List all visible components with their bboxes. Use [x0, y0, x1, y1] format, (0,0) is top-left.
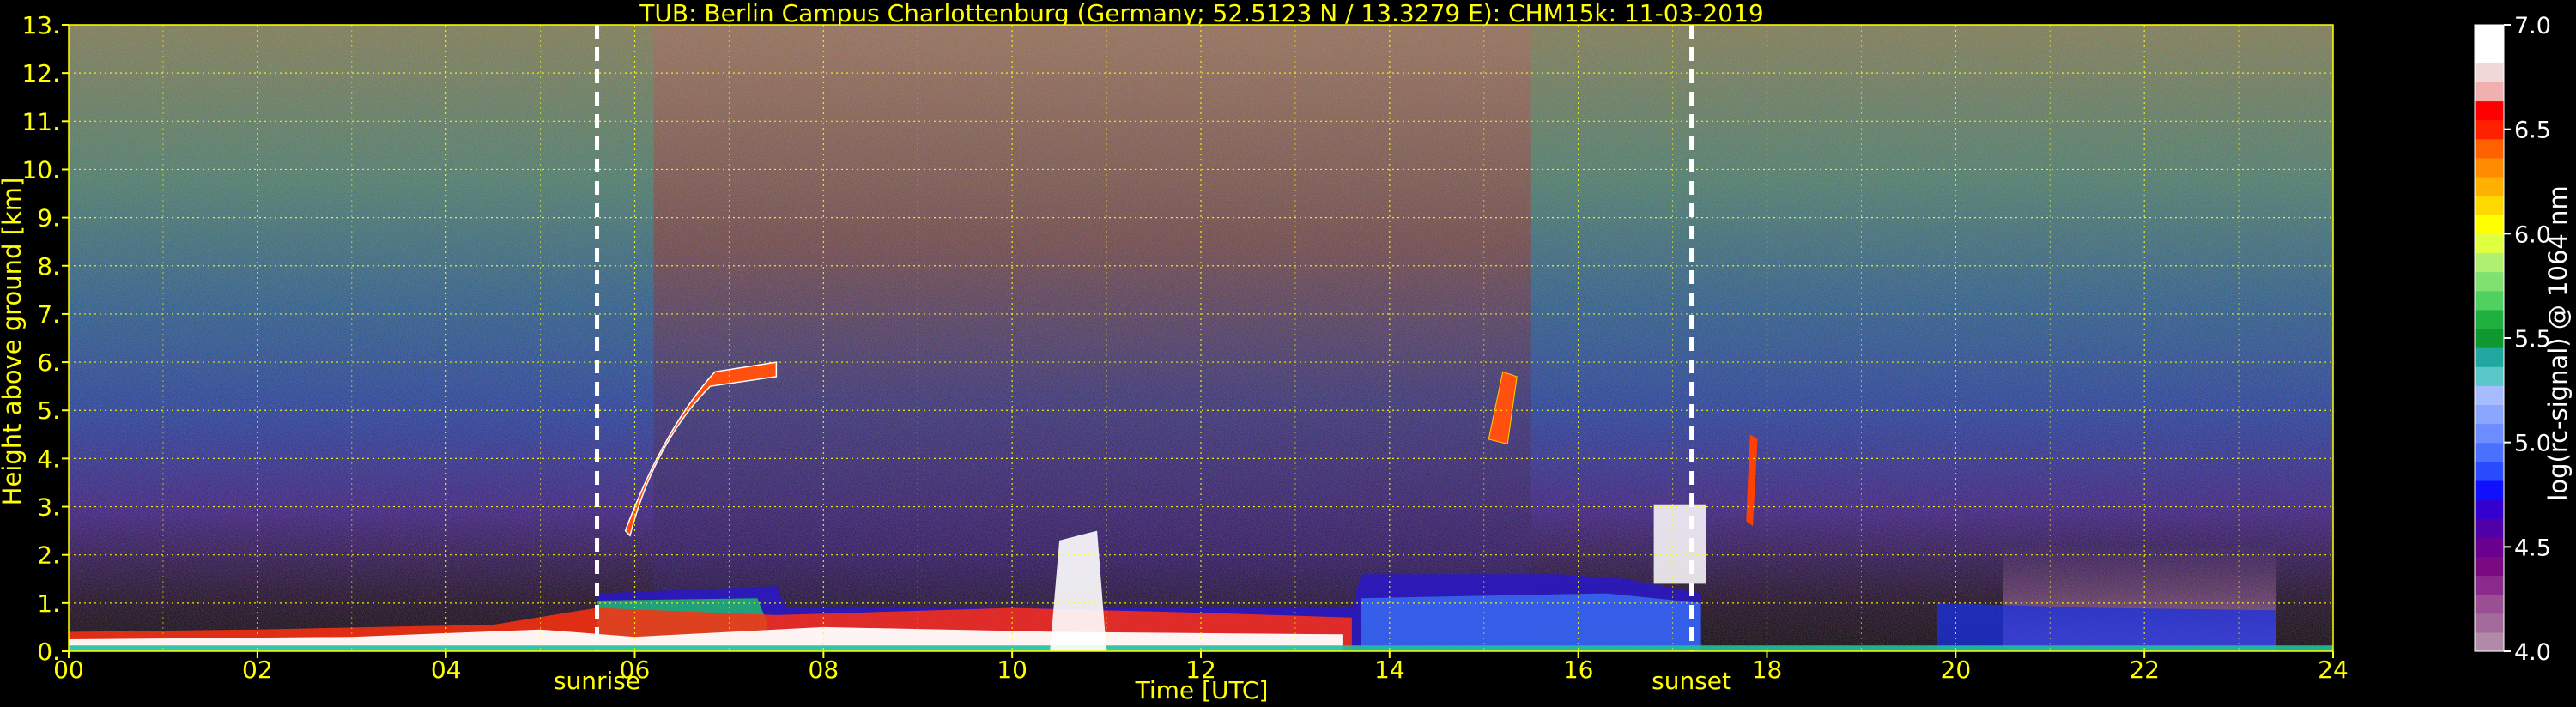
colorbar-segment [2475, 25, 2504, 45]
colorbar-segment [2475, 271, 2504, 292]
colorbar-tick-label: 6.5 [2514, 118, 2551, 144]
colorbar-segment [2475, 215, 2504, 234]
colorbar-tick-label: 7.0 [2514, 13, 2551, 39]
y-tick-label: 2. [37, 541, 60, 570]
y-tick-label: 7. [37, 300, 60, 329]
x-tick-label: 24 [2318, 656, 2349, 684]
colorbar-segment [2475, 404, 2504, 425]
colorbar-segment [2475, 423, 2504, 444]
colorbar-segment [2475, 138, 2504, 159]
y-tick-label: 1. [37, 589, 60, 618]
x-tick-label: 16 [1563, 656, 1594, 684]
colorbar-segment [2475, 537, 2504, 557]
colorbar-segment [2475, 594, 2504, 614]
colorbar-segment [2475, 480, 2504, 500]
colorbar-segment [2475, 252, 2504, 273]
chart-title: TUB: Berlin Campus Charlottenburg (Germa… [639, 0, 1763, 27]
colorbar-segment [2475, 385, 2504, 406]
colorbar-segment [2475, 196, 2504, 215]
colorbar-segment [2475, 233, 2504, 254]
colorbar-segment [2475, 176, 2504, 196]
colorbar-segment [2475, 366, 2504, 386]
colorbar-segment [2475, 518, 2504, 538]
sunset-label: sunset [1652, 667, 1731, 695]
colorbar-tick-label: 4.0 [2514, 639, 2551, 666]
colorbar-segment [2475, 328, 2504, 348]
colorbar-segment [2475, 347, 2504, 367]
x-tick-label: 22 [2129, 656, 2160, 684]
y-tick-label: 13. [21, 11, 60, 39]
colorbar-segment [2475, 613, 2504, 633]
y-tick-label: 5. [37, 396, 60, 425]
y-tick-label: 8. [37, 252, 60, 281]
colorbar-tick-label: 4.5 [2514, 535, 2551, 561]
colorbar-segment [2475, 631, 2504, 652]
aerosol-layer-3 [1937, 602, 2276, 651]
x-tick-label: 20 [1941, 656, 1972, 684]
colorbar-segment [2475, 82, 2504, 102]
y-axis-label: Height above ground [km] [0, 178, 27, 506]
colorbar-segment [2475, 309, 2504, 329]
x-tick-label: 10 [997, 656, 1027, 684]
colorbar-segment [2475, 63, 2504, 82]
y-tick-label: 6. [37, 348, 60, 377]
x-tick-label: 08 [809, 656, 839, 684]
y-tick-label: 0. [37, 638, 60, 666]
colorbar-label: log(rc-signal) @ 1064 nm [2543, 185, 2573, 500]
colorbar-segment [2475, 100, 2504, 121]
colorbar: 4.04.55.05.56.06.57.0 [2474, 13, 2551, 666]
y-tick-label: 10. [21, 155, 60, 184]
aerosol-layer-1 [1361, 593, 1701, 651]
x-axis-label: Time [UTC] [1135, 676, 1269, 704]
y-tick-label: 4. [37, 444, 60, 473]
colorbar-segment [2475, 461, 2504, 481]
y-tick-label: 9. [37, 204, 60, 233]
colorbar-segment [2475, 290, 2504, 311]
colorbar-segment [2475, 556, 2504, 577]
colorbar-segment [2475, 157, 2504, 178]
y-tick-label: 11. [21, 107, 60, 136]
colorbar-segment [2475, 499, 2504, 519]
x-tick-label: 06 [620, 656, 651, 684]
x-tick-label: 04 [431, 656, 462, 684]
ceilometer-chart: TUB: Berlin Campus Charlottenburg (Germa… [0, 0, 2573, 704]
y-tick-label: 12. [21, 59, 60, 88]
x-tick-label: 18 [1752, 656, 1783, 684]
x-tick-label: 02 [242, 656, 273, 684]
colorbar-segment [2475, 442, 2504, 462]
colorbar-segment [2475, 119, 2504, 140]
y-ticks: 0. 1. 2. 3. 4. 5. 6. 7. 8. 9. 10. 11. 12. 13. [21, 11, 69, 666]
y-tick-label: 3. [37, 493, 60, 522]
colorbar-segment [2475, 575, 2504, 595]
colorbar-segment [2475, 44, 2504, 63]
cloud-feature-b [1653, 504, 1706, 584]
x-tick-label: 14 [1374, 656, 1405, 684]
